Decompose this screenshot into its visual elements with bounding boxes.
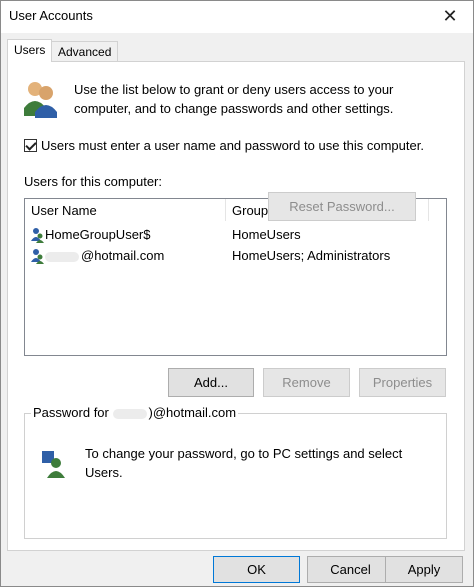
column-group[interactable]: Group	[232, 203, 268, 218]
password-groupbox: Password for )@hotmail.com To change you…	[24, 405, 447, 539]
users-icon	[24, 82, 57, 118]
user-name-cell: HomeGroupUser$	[45, 227, 151, 242]
user-icon	[31, 249, 44, 264]
tab-users[interactable]: Users	[7, 39, 53, 62]
require-password-label: Users must enter a user name and passwor…	[41, 138, 424, 153]
close-button[interactable]: ✕	[427, 1, 473, 31]
properties-button[interactable]: Properties	[359, 368, 446, 397]
ok-button[interactable]: OK	[213, 556, 300, 583]
cancel-button[interactable]: Cancel	[307, 556, 394, 583]
user-name-text: @hotmail.com	[81, 248, 165, 263]
column-divider	[428, 199, 429, 221]
column-user-name[interactable]: User Name	[31, 203, 97, 218]
password-title-prefix: Password for	[33, 405, 109, 420]
user-name-cell: @hotmail.com	[45, 248, 164, 263]
users-tab-panel: Use the list below to grant or deny user…	[7, 61, 465, 551]
group-cell: HomeUsers; Administrators	[232, 248, 391, 263]
table-row[interactable]: HomeGroupUser$ HomeUsers	[25, 225, 446, 245]
group-cell: HomeUsers	[232, 227, 301, 242]
require-password-row[interactable]: Users must enter a user name and passwor…	[24, 138, 424, 153]
user-icon	[31, 228, 44, 243]
reset-password-button[interactable]: Reset Password...	[268, 192, 416, 221]
users-list-label: Users for this computer:	[24, 174, 162, 189]
add-button[interactable]: Add...	[168, 368, 254, 397]
intro-text: Use the list below to grant or deny user…	[74, 82, 394, 116]
window-title: User Accounts	[9, 8, 93, 23]
users-listview[interactable]: User Name Group HomeGroupUser$ HomeUsers	[24, 198, 447, 356]
password-groupbox-title: Password for )@hotmail.com	[31, 405, 239, 420]
password-instructions: To change your password, go to PC settin…	[85, 446, 403, 480]
close-icon: ✕	[442, 5, 458, 26]
redacted-text	[45, 251, 79, 262]
user-accounts-window: User Accounts ✕ Users Advanced Use the l…	[0, 0, 474, 587]
require-password-checkbox[interactable]	[24, 139, 37, 152]
title-bar: User Accounts ✕	[1, 1, 473, 33]
remove-button[interactable]: Remove	[263, 368, 350, 397]
user-password-icon	[42, 451, 65, 478]
redacted-text	[112, 408, 147, 419]
tab-advanced[interactable]: Advanced	[51, 41, 119, 62]
column-divider	[225, 199, 226, 221]
password-account: )@hotmail.com	[148, 405, 237, 420]
apply-button[interactable]: Apply	[385, 556, 463, 583]
table-row[interactable]: @hotmail.com HomeUsers; Administrators	[25, 246, 446, 266]
